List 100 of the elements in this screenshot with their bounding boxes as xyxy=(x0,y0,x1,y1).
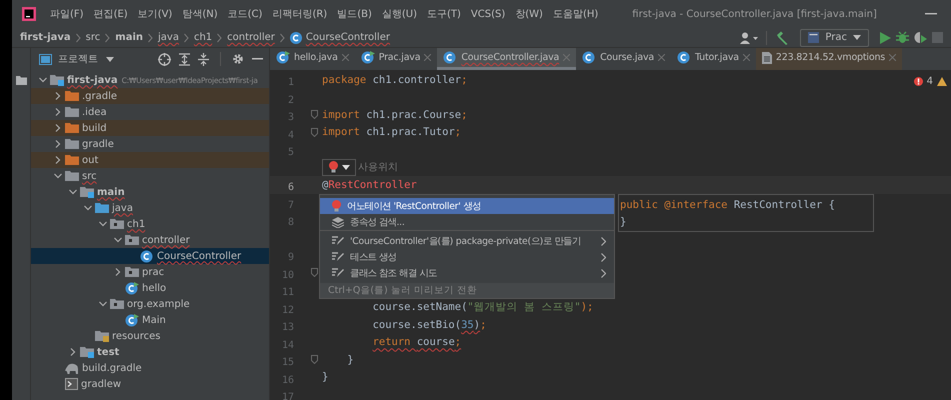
tree-row[interactable]: .idea xyxy=(31,104,269,120)
tree-row[interactable]: hello xyxy=(31,280,269,296)
folder-icon[interactable] xyxy=(16,76,26,85)
chevron-icon xyxy=(105,32,110,42)
chevron-icon[interactable] xyxy=(54,108,62,116)
menu-item[interactable]: 리팩터링(R) xyxy=(272,7,328,21)
code-line: } xyxy=(620,215,628,230)
hammer-icon[interactable] xyxy=(775,30,790,44)
collapse-all-icon[interactable] xyxy=(198,52,209,66)
user-icon[interactable] xyxy=(740,32,758,44)
chevron-icon[interactable] xyxy=(54,140,62,148)
menu-item[interactable]: 실행(U) xyxy=(382,7,417,21)
tree-row[interactable]: resources xyxy=(31,328,269,344)
layers-icon xyxy=(332,216,344,228)
tree-row[interactable]: prac xyxy=(31,264,269,280)
editor-tab[interactable]: hello.java xyxy=(270,48,355,70)
expand-all-icon[interactable] xyxy=(179,52,190,66)
bug-icon[interactable] xyxy=(896,31,909,44)
tree-row[interactable]: java xyxy=(31,200,269,216)
run-icon[interactable] xyxy=(880,32,891,44)
line-number: 6 xyxy=(288,182,294,194)
fold-marker-icon[interactable] xyxy=(311,128,318,137)
panel-icon xyxy=(39,54,52,64)
tab-label: Tutor.java xyxy=(695,52,739,63)
tree-row[interactable]: .gradle xyxy=(31,88,269,104)
intention-bulb-button[interactable] xyxy=(322,158,356,176)
code-line: public @interface RestController { xyxy=(620,198,836,213)
chevron-icon[interactable] xyxy=(114,236,122,244)
tree-row[interactable]: build xyxy=(31,120,269,136)
settings-icon[interactable] xyxy=(232,53,244,65)
menu-item[interactable]: 도움말(H) xyxy=(552,7,598,21)
menu-item[interactable]: 보기(V) xyxy=(138,7,172,21)
menu-item[interactable]: 창(W) xyxy=(515,7,543,21)
popup-menu-item[interactable]: 테스트 생성 xyxy=(320,249,614,265)
chevron-icon[interactable] xyxy=(69,348,77,356)
usage-hint[interactable]: 사용위치 xyxy=(358,160,398,174)
chevron-icon[interactable] xyxy=(99,220,107,228)
chevron-icon[interactable] xyxy=(54,92,62,100)
chevron-icon[interactable] xyxy=(69,188,77,196)
chevron-icon[interactable] xyxy=(54,124,62,132)
line-number: 13 xyxy=(282,322,294,334)
breadcrumb-item[interactable]: ch1 xyxy=(194,32,212,43)
chevron-icon[interactable] xyxy=(114,268,122,276)
breadcrumb-item[interactable]: main xyxy=(115,32,143,43)
menu-item[interactable]: VCS(S) xyxy=(470,8,506,20)
problems-indicator[interactable]: 4 xyxy=(914,76,947,87)
chevron-icon[interactable] xyxy=(84,204,92,212)
tree-row[interactable]: org.example xyxy=(31,296,269,312)
tab-label: Course.java xyxy=(600,52,654,63)
editor-tab[interactable]: 223.8214.52.vmoptions xyxy=(756,48,902,70)
tree-row[interactable]: test xyxy=(31,344,269,360)
tree-row[interactable]: gradlew xyxy=(31,376,269,392)
chevron-icon[interactable] xyxy=(39,76,47,84)
menu-item[interactable]: 탐색(N) xyxy=(182,7,218,21)
menu-item[interactable]: 빌드(B) xyxy=(337,7,372,21)
tree-row[interactable]: main xyxy=(31,184,269,200)
caret-icon[interactable] xyxy=(106,56,114,62)
folder-icon xyxy=(50,74,64,86)
fold-marker-icon[interactable] xyxy=(311,110,318,120)
package-folder-icon xyxy=(125,234,139,246)
chevron-icon[interactable] xyxy=(54,172,62,180)
popup-menu-item[interactable]: 클래스 참조 해결 시도 xyxy=(320,265,614,281)
editor-tab[interactable]: CourseController.java xyxy=(437,48,576,70)
tree-row[interactable]: build.gradle xyxy=(31,360,269,376)
chevron-icon[interactable] xyxy=(54,156,62,164)
minimize-icon[interactable] xyxy=(925,13,937,15)
menu-item[interactable]: 편집(E) xyxy=(94,7,128,21)
chevron-icon[interactable] xyxy=(99,300,107,308)
breadcrumb-item[interactable]: first-java xyxy=(20,32,71,43)
line-number: 7 xyxy=(288,200,294,211)
editor-tab[interactable]: Prac.java xyxy=(354,48,438,70)
breadcrumb-item[interactable]: src xyxy=(86,32,100,43)
breadcrumb-item[interactable]: controller xyxy=(227,32,275,43)
popup-menu-item[interactable]: 'CourseController'을(를) package-private(으)로 만들기 xyxy=(320,230,614,249)
tree-row[interactable]: gradle xyxy=(31,136,269,152)
tree-row[interactable]: ch1 xyxy=(31,216,269,232)
panel-title[interactable]: 프로젝트 xyxy=(58,52,98,66)
editor-tab[interactable]: Tutor.java xyxy=(671,48,756,70)
menu-item[interactable]: 코드(C) xyxy=(228,7,262,21)
code-line: @RestController xyxy=(322,178,417,191)
fold-marker-icon[interactable] xyxy=(311,355,318,364)
tree-row[interactable]: Main xyxy=(31,312,269,328)
popup-menu-item[interactable]: 어노테이션 'RestController' 생성 xyxy=(320,198,614,214)
menu-item[interactable]: 파일(F) xyxy=(50,7,84,21)
tree-row[interactable]: out xyxy=(31,152,269,168)
coverage-icon[interactable] xyxy=(914,31,927,44)
editor-tab[interactable]: Course.java xyxy=(576,48,672,70)
breadcrumb-item[interactable]: CourseController xyxy=(306,32,390,43)
breadcrumb-item[interactable]: java xyxy=(158,32,179,43)
tree-row[interactable]: controller xyxy=(31,232,269,248)
popup-menu-item[interactable]: 종속성 검색... xyxy=(320,214,614,230)
minimize-icon[interactable] xyxy=(252,58,263,60)
target-icon[interactable] xyxy=(158,52,171,66)
menu-item[interactable]: 도구(T) xyxy=(427,7,461,21)
tree-row[interactable]: src xyxy=(31,168,269,184)
package-folder-icon xyxy=(125,266,139,278)
run-configuration-dropdown[interactable]: Prac xyxy=(800,28,869,46)
fold-marker-icon[interactable] xyxy=(311,268,318,277)
tree-row[interactable]: CourseController xyxy=(31,248,269,264)
folder-icon xyxy=(65,90,79,102)
